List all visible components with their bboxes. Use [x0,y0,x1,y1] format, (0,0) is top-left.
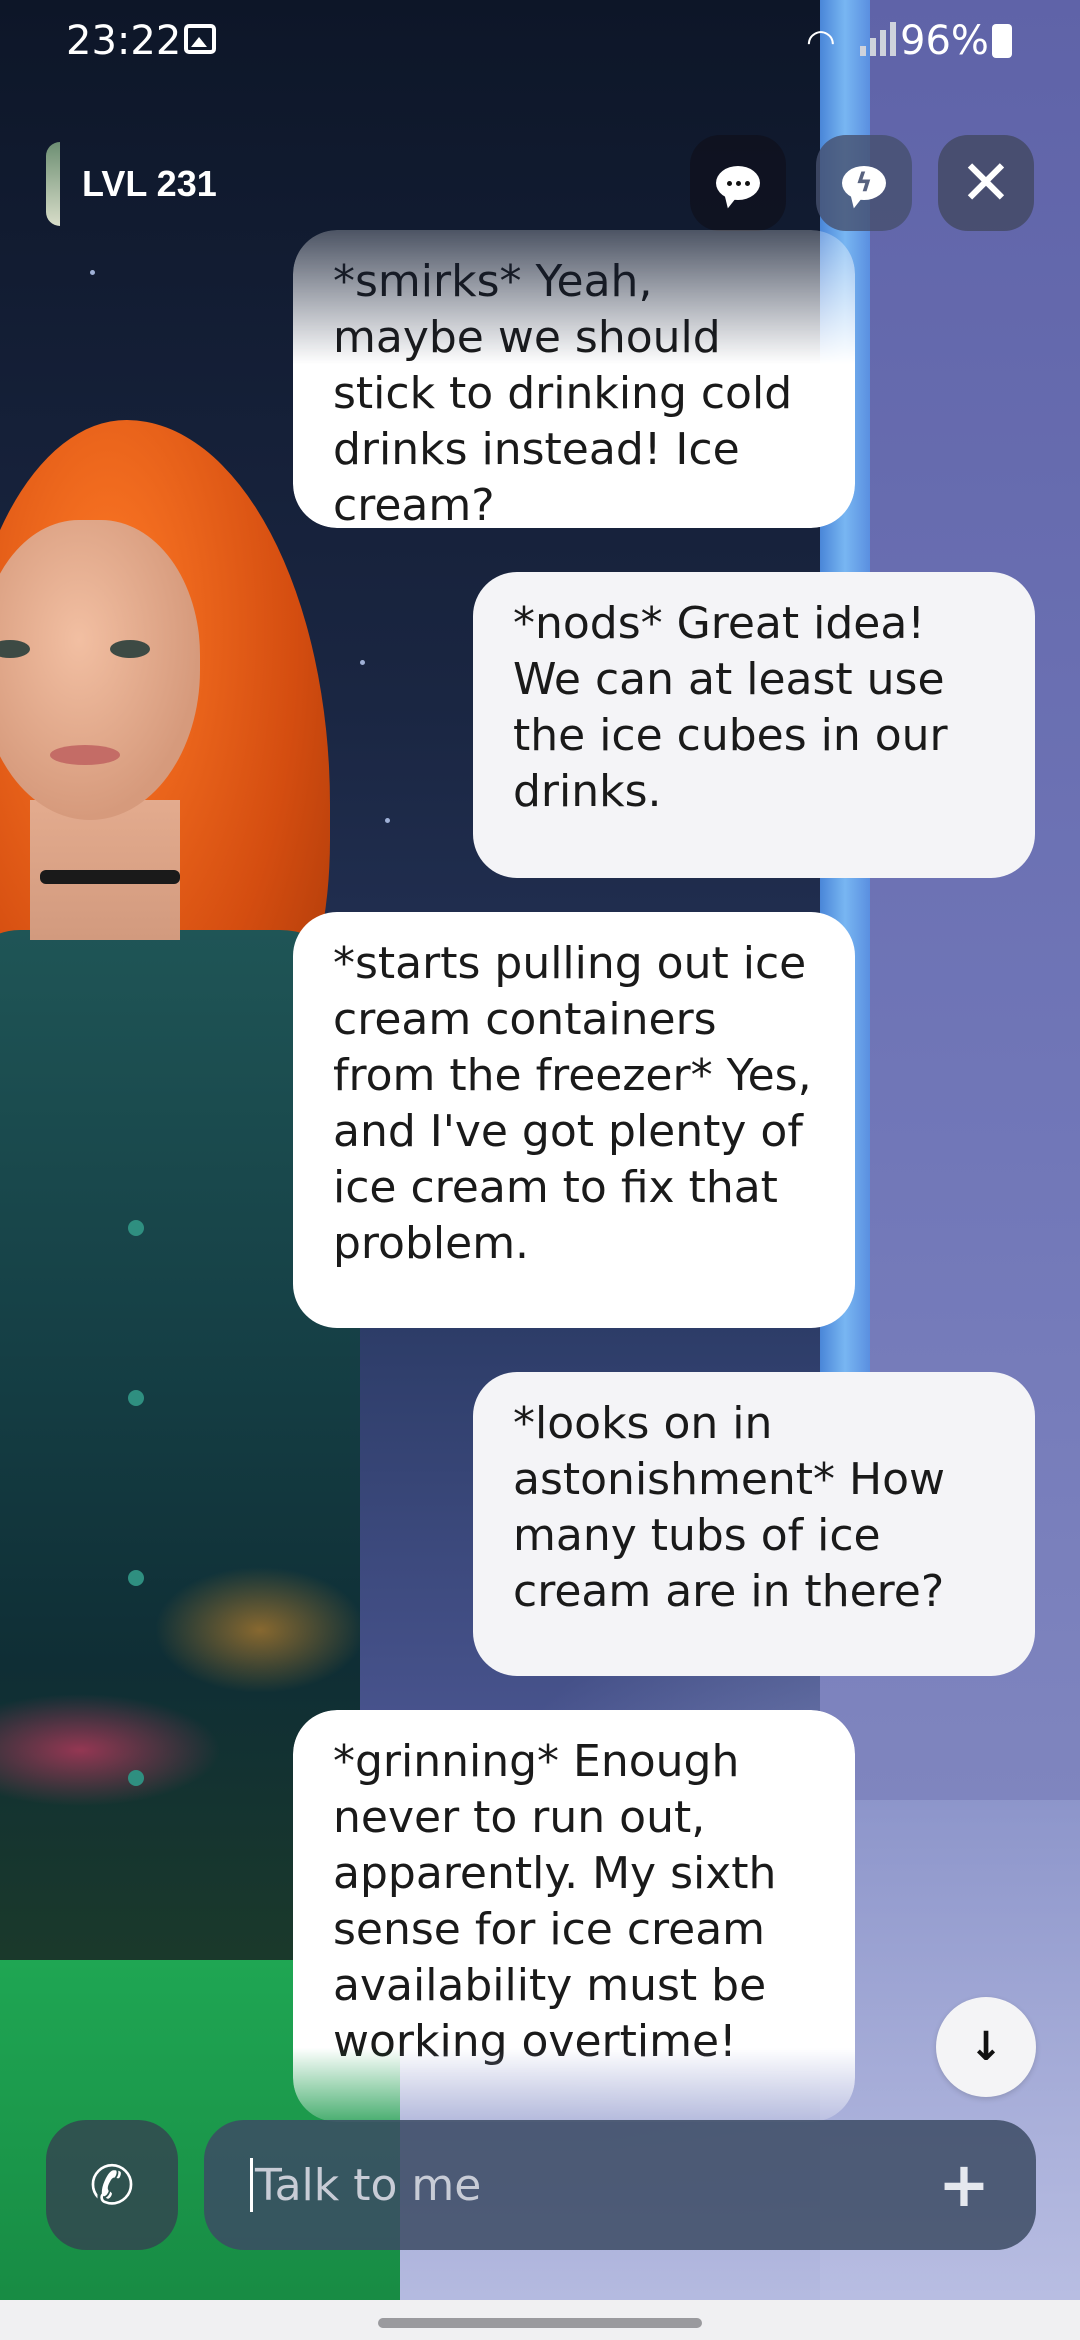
status-time: 23:22 [66,18,182,64]
text-caret [250,2158,253,2212]
message-input-placeholder: Talk to me [255,2159,482,2211]
signal-icon [860,22,896,56]
battery-percent: 96% [900,18,989,64]
message-ai[interactable]: *grinning* Enough never to run out, appa… [293,1710,855,2122]
navigation-bar [0,2300,1080,2340]
message-user[interactable]: *nods* Great idea! We can at least use t… [473,572,1035,878]
chat-mode-button[interactable] [690,135,786,231]
message-ai[interactable]: *smirks* Yeah, maybe we should stick to … [293,230,855,531]
message-user[interactable]: *looks on in astonishment* How many tubs… [473,1372,1035,1676]
status-bar: 23:22 ◠ 96% [0,0,1080,80]
level-ring-icon [46,142,60,226]
level-badge[interactable]: LVL 231 [46,142,236,226]
plus-icon[interactable]: + [938,2154,990,2216]
lightning-bubble-icon: ϟ [842,166,886,200]
battery-icon [992,24,1012,58]
arrow-down-icon: ↓ [969,2024,1003,2070]
home-indicator[interactable] [378,2318,702,2328]
close-icon: ✕ [960,146,1012,219]
avatar-choker [40,870,180,884]
close-button[interactable]: ✕ [938,135,1034,231]
message-ai[interactable]: *starts pulling out ice cream containers… [293,912,855,1328]
level-label: LVL 231 [82,163,217,204]
phone-icon: ✆ [89,2153,135,2217]
scroll-down-button[interactable]: ↓ [936,1997,1036,2097]
call-button[interactable]: ✆ [46,2120,178,2250]
wifi-icon: ◠ [806,22,836,62]
message-input[interactable]: Talk to me + [204,2120,1036,2250]
chat-bubble-icon [716,166,760,200]
feedback-button[interactable]: ϟ [816,135,912,231]
gallery-icon [184,24,216,54]
